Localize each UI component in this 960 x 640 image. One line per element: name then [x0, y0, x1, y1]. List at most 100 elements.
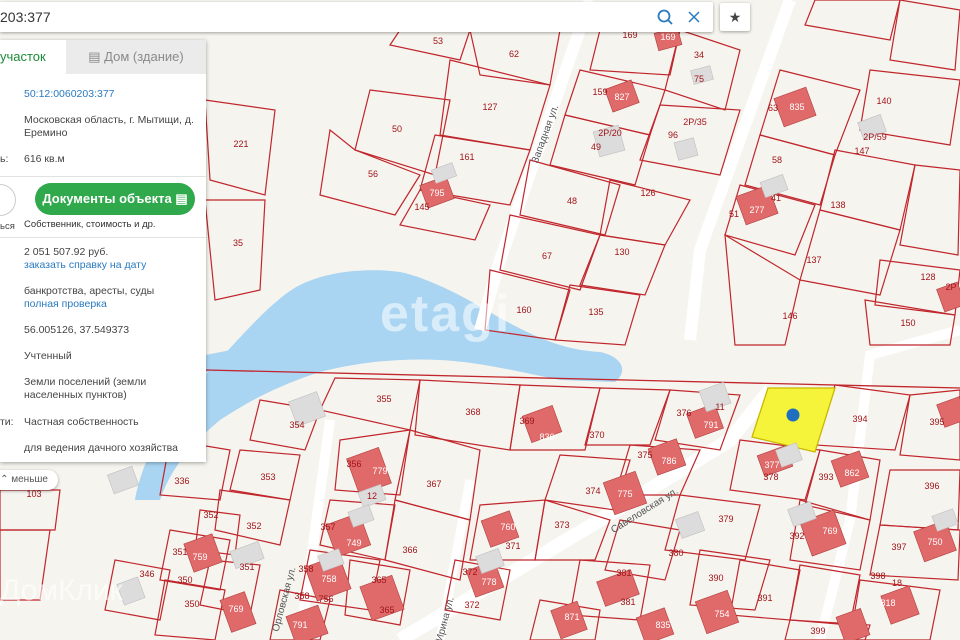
plot-label: 376 — [676, 408, 691, 418]
order-statement-link[interactable]: заказать справку на дату — [24, 259, 202, 272]
plot-label: 353 — [260, 472, 275, 482]
building-label: 818 — [880, 598, 895, 608]
cadastral-cost: 2 051 507.92 руб. — [24, 246, 109, 258]
watermark-etagi: etagi — [380, 285, 512, 343]
building-label: 836 — [539, 432, 554, 442]
plot-label: 34 — [694, 50, 704, 60]
plot-label: 392 — [789, 531, 804, 541]
search-input[interactable] — [0, 2, 640, 32]
building-label: 750 — [927, 537, 942, 547]
road-west — [474, 0, 596, 332]
plot-label: 48 — [567, 196, 577, 206]
plot-label: 51 — [729, 209, 739, 219]
plot-label: 372 — [462, 567, 477, 577]
plot-label: 350 — [184, 599, 199, 609]
plot-label: 12 — [367, 491, 377, 501]
plot-label: 147 — [854, 146, 869, 156]
plot-label: 756 — [318, 594, 333, 604]
plot-label: 126 — [640, 188, 655, 198]
building-label: 769 — [822, 526, 837, 536]
ownership: Частная собственность — [24, 416, 139, 428]
clear-icon[interactable] — [684, 7, 704, 27]
plot-label: 354 — [289, 420, 304, 430]
collapse-button[interactable]: ⌃ меньше — [0, 470, 58, 490]
checks-text: банкротства, аресты, суды — [24, 285, 155, 297]
plot-label: 130 — [614, 247, 629, 257]
building-label: 871 — [564, 612, 579, 622]
area: 616 кв.м — [24, 153, 65, 165]
building-label: 862 — [844, 468, 859, 478]
documents-button[interactable]: Документы объекта ▤ — [35, 183, 195, 215]
plot-label: 75 — [694, 74, 704, 84]
divider — [0, 176, 206, 177]
building-label: 760 — [500, 522, 515, 532]
building-label: 277 — [749, 205, 764, 215]
building-label: 754 — [714, 609, 729, 619]
tab-house-label: Дом (здание) — [104, 49, 184, 64]
plot-label: 398 — [870, 571, 885, 581]
tab-house[interactable]: ▤ Дом (здание) — [66, 40, 206, 74]
plot-label: 138 — [830, 200, 845, 210]
plot-label: 2Р/35 — [683, 117, 707, 127]
plot-label: 366 — [402, 545, 417, 555]
plot-label: 346 — [139, 569, 154, 579]
building-label: 775 — [617, 489, 632, 499]
divider — [0, 237, 206, 238]
plot-label: 350 — [177, 575, 192, 585]
plot-label: 63 — [768, 103, 778, 113]
plot-label: 41 — [771, 193, 781, 203]
plot-label: 161 — [459, 152, 474, 162]
building-label: 169 — [660, 32, 675, 42]
address: Московская область, г. Мытищи, д. Еремин… — [24, 114, 194, 139]
search-icon[interactable] — [655, 7, 675, 27]
plot-label: 365 — [371, 575, 386, 585]
plot-label: 358 — [298, 564, 313, 574]
plot-label: 370 — [589, 430, 604, 440]
plot-label: 11 — [715, 402, 724, 412]
plot-label: 378 — [763, 472, 778, 482]
search-bar — [0, 2, 713, 32]
plot-label: 2Р/20 — [598, 128, 622, 138]
building-label: 795 — [429, 188, 444, 198]
plot-label: 35 — [233, 238, 243, 248]
full-check-link[interactable]: полная проверка — [24, 298, 202, 311]
plot-label: 355 — [376, 394, 391, 404]
plot-label: 49 — [591, 142, 601, 152]
location-pin[interactable] — [786, 408, 800, 422]
plot-label: 396 — [924, 481, 939, 491]
plot-label: 160 — [516, 305, 531, 315]
plot-label: 393 — [818, 472, 833, 482]
building-label: 835 — [655, 620, 670, 630]
building-label: 779 — [372, 466, 387, 476]
plot-label: 369 — [519, 416, 534, 426]
plot-label: 381 — [620, 597, 635, 607]
plot-label: 352 — [203, 510, 218, 520]
plot-label: 352 — [246, 521, 261, 531]
plot-label: 394 — [852, 414, 867, 424]
plot-label: 150 — [900, 318, 915, 328]
plot-label: 62 — [509, 49, 519, 59]
cadastral-number[interactable]: 50:12:0060203:377 — [24, 88, 202, 101]
plot-label: 379 — [718, 514, 733, 524]
plot-label: 2Р/59 — [863, 132, 887, 142]
building-label: 827 — [614, 92, 629, 102]
plot-label: 336 — [174, 476, 189, 486]
plot-label: 351 — [172, 547, 187, 557]
plot-label: 50 — [392, 124, 402, 134]
favorite-star-button[interactable]: ★ — [720, 3, 750, 31]
buildings — [106, 26, 960, 640]
area-label: ь: — [0, 153, 9, 165]
tab-plot[interactable]: участок — [0, 40, 66, 74]
plot-label: 96 — [668, 130, 678, 140]
building-label: 759 — [192, 552, 207, 562]
plot-label: 397 — [891, 542, 906, 552]
plot-label: 391 — [757, 593, 772, 603]
documents-button-label: Документы объекта — [42, 191, 172, 206]
info-panel: участок ▤ Дом (здание) 50:12:0060203:377… — [0, 40, 206, 462]
side-round-button[interactable] — [0, 184, 16, 216]
building-label: 769 — [228, 604, 243, 614]
plot-label: 372 — [464, 600, 479, 610]
land-category: Земли поселений (земли населенных пункто… — [24, 376, 147, 401]
plot-label: 67 — [542, 251, 552, 261]
plot-label: 381 — [616, 568, 631, 578]
